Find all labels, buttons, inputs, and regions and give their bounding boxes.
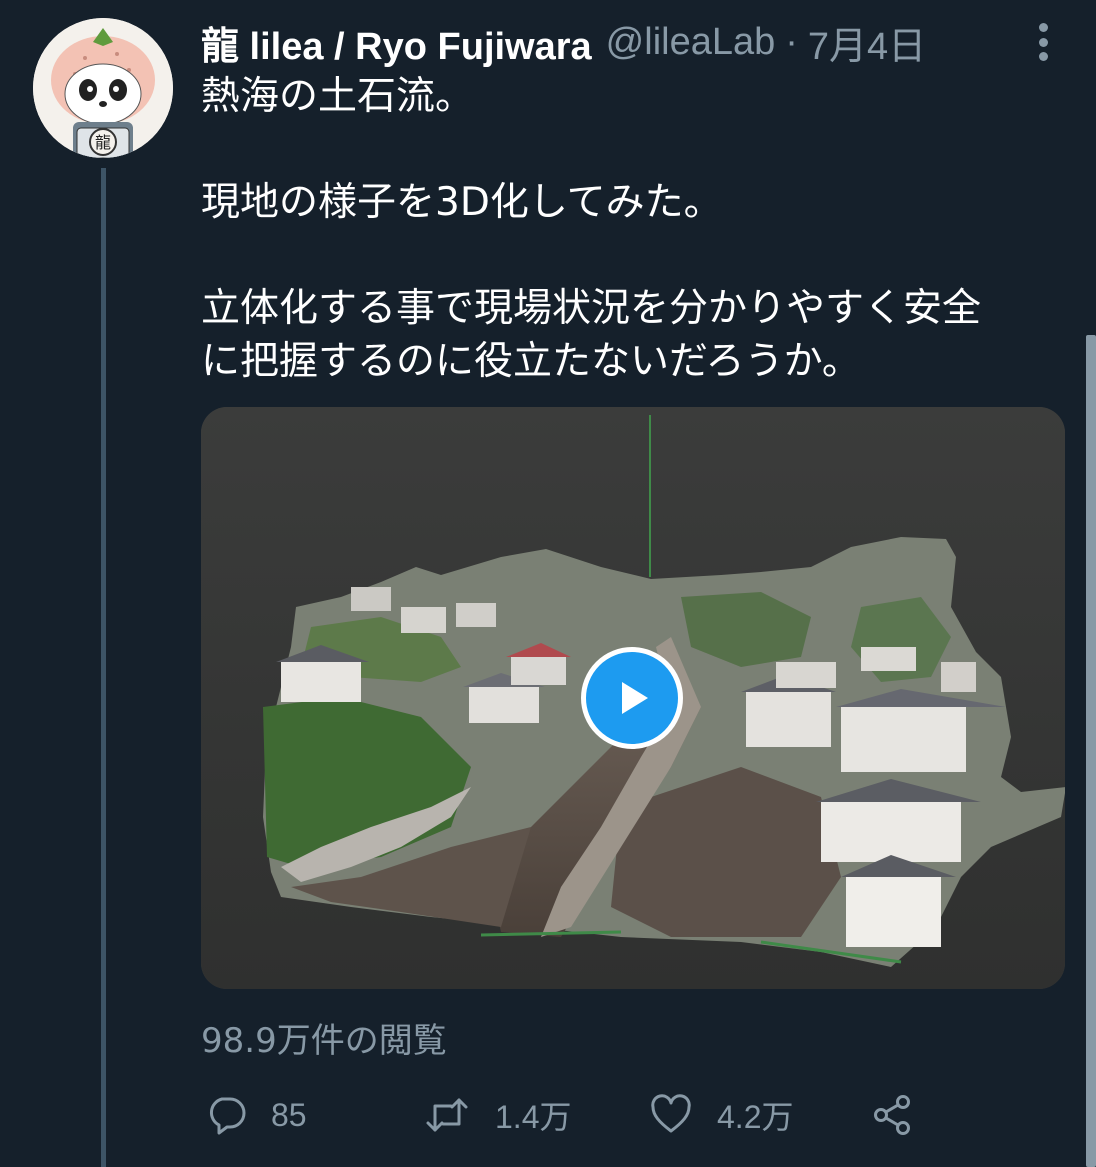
retweet-icon: [426, 1098, 468, 1132]
tweet-line: 立体化する事で現場状況を分かりやすく安全: [201, 286, 982, 331]
tweet-line: 現地の様子を3D化してみた。: [201, 180, 723, 225]
like-count: 4.2万: [717, 1099, 794, 1135]
tweet-line: 熱海の土石流。: [201, 74, 475, 119]
share-icon: [874, 1095, 910, 1135]
tweet-date[interactable]: 7月4日: [808, 15, 926, 70]
retweet-button[interactable]: 1.4万: [423, 1085, 572, 1145]
scrollbar[interactable]: [1086, 335, 1096, 1167]
share-button[interactable]: [871, 1085, 915, 1145]
panda-avatar-icon: 龍: [33, 18, 173, 158]
more-options-icon[interactable]: [1028, 20, 1058, 64]
tweet-actions: 85 1.4万 4.2万: [201, 1085, 961, 1145]
avatar[interactable]: 龍: [33, 18, 173, 158]
reply-count: 85: [271, 1096, 307, 1133]
play-icon: [622, 682, 648, 714]
reply-button[interactable]: 85: [205, 1085, 307, 1145]
avatar-badge-text: 龍: [95, 133, 111, 152]
retweet-count: 1.4万: [495, 1099, 572, 1135]
user-handle[interactable]: @lileaLab: [606, 21, 776, 64]
heart-icon: [651, 1094, 691, 1133]
video-player[interactable]: [201, 407, 1065, 989]
display-name[interactable]: 龍 lilea / Ryo Fujiwara: [201, 15, 592, 70]
tweet-text: 熱海の土石流。 現地の様子を3D化してみた。 立体化する事で現場状況を分かりやす…: [201, 70, 1061, 388]
header-separator: ·: [785, 20, 798, 63]
play-button[interactable]: [581, 647, 683, 749]
reply-icon: [209, 1097, 246, 1135]
like-button[interactable]: 4.2万: [649, 1085, 794, 1145]
tweet[interactable]: 龍 龍 lilea / Ryo Fujiwara @lileaLab · 7月4…: [0, 0, 1096, 1167]
thread-line: [101, 168, 106, 1167]
tweet-header: 龍 lilea / Ryo Fujiwara @lileaLab · 7月4日: [201, 14, 926, 70]
tweet-line: に把握するのに役立たないだろうか。: [201, 339, 861, 384]
view-count: 98.9万件の閲覧: [201, 1021, 447, 1061]
